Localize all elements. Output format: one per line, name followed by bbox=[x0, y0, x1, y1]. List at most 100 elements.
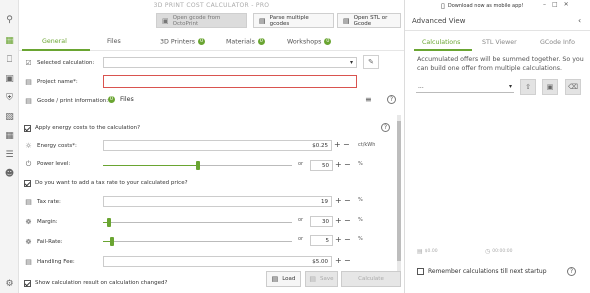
delete-button[interactable]: ⌫ bbox=[565, 79, 581, 95]
workshops-badge: 0 bbox=[324, 38, 332, 45]
save-button[interactable]: ▤ Save bbox=[305, 271, 338, 287]
mobile-app-link[interactable]: ▯ Download now as mobile app! bbox=[441, 2, 523, 10]
offer-chevron-down-icon: ▾ bbox=[508, 82, 512, 90]
calculate-button[interactable]: Calculate bbox=[341, 271, 401, 287]
remember-label: Remember calculations till next startup bbox=[428, 268, 547, 275]
tab-3d-printers-label: 3D Printers bbox=[160, 38, 196, 46]
or-text: or bbox=[298, 161, 304, 167]
energy-minus-button[interactable]: − bbox=[343, 140, 350, 150]
upload-button[interactable]: ⇧ bbox=[520, 79, 536, 95]
calculations-info-text: Accumulated offers will be summed togeth… bbox=[417, 56, 584, 72]
search-icon[interactable]: ⚲ bbox=[4, 14, 15, 25]
help-icon[interactable]: ? bbox=[387, 95, 396, 104]
remember-checkbox[interactable] bbox=[417, 268, 424, 275]
shield-icon[interactable]: ⛨ bbox=[4, 92, 15, 103]
show-result-checkbox[interactable] bbox=[24, 279, 31, 287]
edit-calculation-button[interactable]: ✎ bbox=[363, 55, 379, 69]
offer-select[interactable]: ... ▾ bbox=[416, 80, 514, 93]
list-menu-icon[interactable]: ≡ bbox=[365, 95, 372, 104]
energy-costs-input[interactable]: $0.25 bbox=[103, 140, 332, 151]
files-icon: ▤ bbox=[259, 16, 266, 25]
right-header-divider bbox=[405, 30, 590, 31]
fail-minus-button[interactable]: − bbox=[344, 235, 351, 245]
margin-slider[interactable] bbox=[103, 218, 292, 227]
power-icon: ⏻ bbox=[25, 159, 32, 168]
tab-materials[interactable]: Materials 0 bbox=[226, 38, 265, 46]
project-name-input[interactable] bbox=[103, 75, 357, 88]
tax-icon: ▤ bbox=[25, 198, 32, 206]
advanced-view-title: Advanced View bbox=[412, 17, 466, 25]
window-controls[interactable]: –□✕ bbox=[543, 1, 575, 8]
calculator-alt-icon[interactable]: ▧ bbox=[4, 111, 15, 122]
load-button[interactable]: ▤ Load bbox=[266, 271, 301, 287]
selected-calculation-select[interactable]: ▾ bbox=[103, 57, 357, 68]
remember-row[interactable]: Remember calculations till next startup bbox=[417, 268, 547, 275]
remember-help-icon[interactable]: ? bbox=[567, 267, 576, 276]
show-result-label: Show calculation result on calculation c… bbox=[35, 280, 168, 286]
scrollbar-thumb[interactable] bbox=[397, 121, 401, 261]
cube-icon[interactable]: ▣ bbox=[4, 73, 15, 84]
margin-input[interactable]: 30 bbox=[310, 216, 333, 227]
margin-minus-button[interactable]: − bbox=[344, 216, 351, 226]
calculate-label: Calculate bbox=[358, 276, 384, 282]
tab-general[interactable]: General bbox=[42, 38, 67, 45]
tab-workshops[interactable]: Workshops 0 bbox=[287, 38, 332, 46]
building-icon[interactable]: ▦ bbox=[4, 130, 15, 141]
files-indicator[interactable]: 0 Files bbox=[108, 96, 134, 103]
tab-calculations[interactable]: Calculations bbox=[422, 39, 460, 46]
mobile-app-text: Download now as mobile app! bbox=[447, 3, 524, 9]
cost-icon: ▤ bbox=[417, 248, 423, 255]
tab-3d-printers[interactable]: 3D Printers 0 bbox=[160, 38, 206, 46]
fail-plus-button[interactable]: + bbox=[335, 235, 342, 245]
handling-plus-button[interactable]: + bbox=[335, 256, 342, 266]
printer-icon[interactable]: ⎕ bbox=[4, 54, 15, 65]
tax-rate-input[interactable]: 19 bbox=[103, 196, 332, 207]
energy-plus-button[interactable]: + bbox=[334, 140, 341, 150]
tax-minus-button[interactable]: − bbox=[344, 196, 351, 206]
tab-gcode-info[interactable]: GCode Info bbox=[540, 39, 575, 46]
gcode-info-label: Gcode / print information: bbox=[37, 98, 109, 104]
tax-checkbox[interactable] bbox=[24, 179, 31, 187]
project-name-label: Project name*: bbox=[37, 79, 78, 85]
power-plus-button[interactable]: + bbox=[335, 160, 342, 170]
octoprint-icon: ▣ bbox=[162, 16, 169, 25]
margin-plus-button[interactable]: + bbox=[335, 216, 342, 226]
fail-rate-input[interactable]: 5 bbox=[310, 235, 333, 246]
active-tab-indicator bbox=[22, 49, 90, 51]
handling-fee-label: Handling Fee: bbox=[37, 259, 75, 265]
save-icon: ▤ bbox=[309, 275, 317, 283]
folder-icon: ▤ bbox=[271, 275, 279, 283]
user-icon[interactable]: ☻ bbox=[4, 168, 15, 179]
power-minus-button[interactable]: − bbox=[344, 160, 351, 170]
collapse-panel-icon[interactable]: ‹ bbox=[578, 16, 581, 25]
fail-rate-icon: ☸ bbox=[25, 238, 32, 246]
power-level-input[interactable]: 50 bbox=[310, 160, 333, 171]
printers-badge: 0 bbox=[198, 38, 206, 45]
copy-button[interactable]: ▣ bbox=[542, 79, 558, 95]
list-icon[interactable]: ☰ bbox=[4, 149, 15, 160]
energy-help-icon[interactable]: ? bbox=[381, 123, 390, 132]
apply-energy-row[interactable]: Apply energy costs to the calculation? bbox=[24, 122, 140, 134]
power-level-slider[interactable] bbox=[103, 161, 292, 170]
tab-files[interactable]: Files bbox=[107, 38, 121, 45]
calculator-icon[interactable]: ▦ bbox=[4, 35, 15, 46]
margin-slider-thumb[interactable] bbox=[106, 218, 111, 227]
tab-stl-viewer[interactable]: STL Viewer bbox=[482, 39, 517, 46]
handling-minus-button[interactable]: − bbox=[344, 256, 351, 266]
open-octoprint-button[interactable]: ▣ Open gcode from OctoPrint bbox=[156, 13, 247, 28]
power-slider-thumb[interactable] bbox=[195, 161, 200, 170]
total-time-value: 00:00:00 bbox=[492, 249, 513, 254]
handling-fee-input[interactable]: $5.00 bbox=[103, 256, 332, 267]
tax-plus-button[interactable]: + bbox=[335, 196, 342, 206]
show-result-row[interactable]: Show calculation result on calculation c… bbox=[24, 277, 167, 289]
fail-rate-label: Fail-Rate: bbox=[37, 239, 63, 245]
fail-rate-slider[interactable] bbox=[103, 237, 292, 246]
parse-multiple-button[interactable]: ▤ Parse multiple gcodes bbox=[253, 13, 334, 28]
settings-icon[interactable]: ⚙ bbox=[4, 278, 15, 289]
tax-question-row[interactable]: Do you want to add a tax rate to your ca… bbox=[24, 177, 188, 189]
open-stl-button[interactable]: ▤ Open STL or Gcode bbox=[337, 13, 401, 28]
apply-energy-checkbox[interactable] bbox=[24, 124, 31, 132]
form-scrollbar[interactable] bbox=[397, 115, 401, 275]
fail-slider-thumb[interactable] bbox=[110, 237, 115, 246]
margin-unit: % bbox=[358, 217, 363, 223]
